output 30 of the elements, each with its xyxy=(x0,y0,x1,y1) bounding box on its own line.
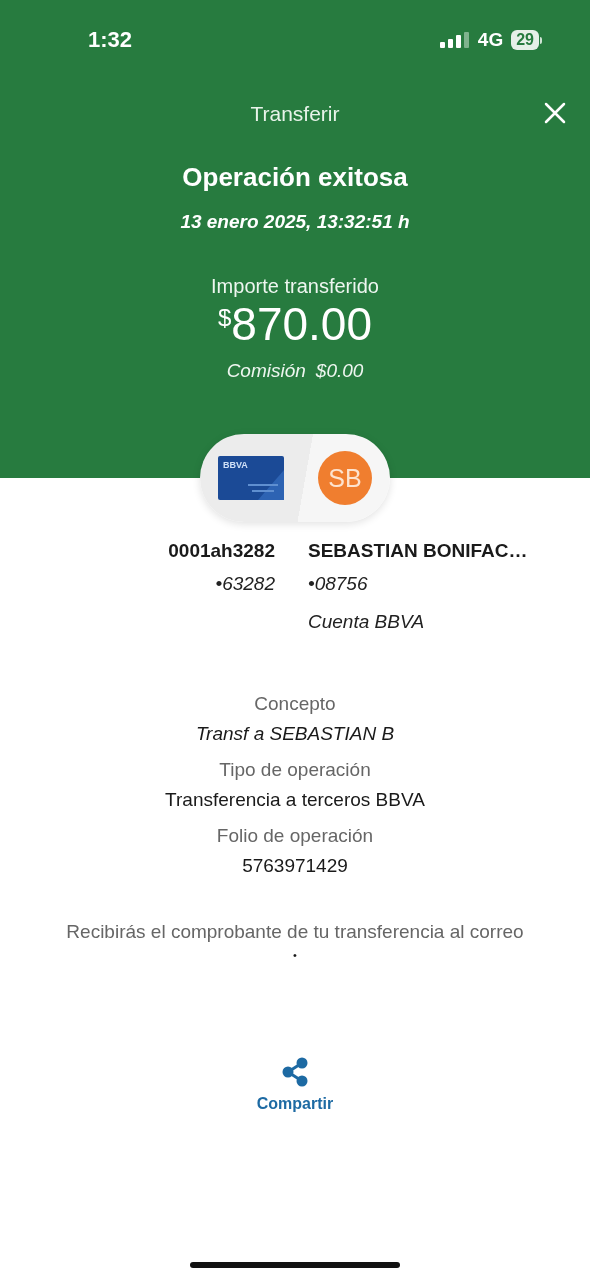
network-label: 4G xyxy=(477,29,504,51)
detail-value: Transferencia a terceros BBVA xyxy=(165,789,425,811)
success-heading: Operación exitosa xyxy=(182,162,408,193)
signal-icon xyxy=(439,32,470,48)
share-icon xyxy=(281,1057,309,1087)
amount-label: Importe transferido xyxy=(211,275,379,298)
detail-value: Transf a SEBASTIAN B xyxy=(195,723,395,745)
recipient-name: SEBASTIAN BONIFAC… xyxy=(308,540,528,563)
status-time: 1:32 xyxy=(88,27,134,53)
detail-value: 5763971429 xyxy=(242,855,348,877)
battery-indicator: 29 xyxy=(511,30,539,50)
currency-symbol: $ xyxy=(217,304,232,331)
operation-datetime: 13 enero 2025, 13:32:51 h xyxy=(180,211,410,233)
detail-label: Folio de operación xyxy=(216,825,374,847)
close-button[interactable] xyxy=(542,100,568,126)
detail-label: Concepto xyxy=(254,693,336,715)
share-button[interactable]: Compartir xyxy=(256,1057,334,1113)
commission-amount: $0.00 xyxy=(315,360,364,382)
account-type: Cuenta BBVA xyxy=(308,611,425,633)
recipient-account-number: •08756 xyxy=(308,573,368,595)
detail-label: Tipo de operación xyxy=(219,759,371,781)
transferred-amount: 870.00 xyxy=(231,298,373,350)
email-address: • xyxy=(292,949,298,961)
recipient-avatar: SB xyxy=(318,451,372,505)
email-notice: Recibirás el comprobante de tu transferencia al correo xyxy=(65,921,525,943)
origin-account-name: 0001ah3282 xyxy=(168,540,275,563)
origin-account-number: •63282 xyxy=(215,573,275,595)
commission-label: Comisión xyxy=(226,360,306,382)
bank-card-icon: BBVA xyxy=(218,456,284,500)
screen-title: Transferir xyxy=(250,102,340,126)
